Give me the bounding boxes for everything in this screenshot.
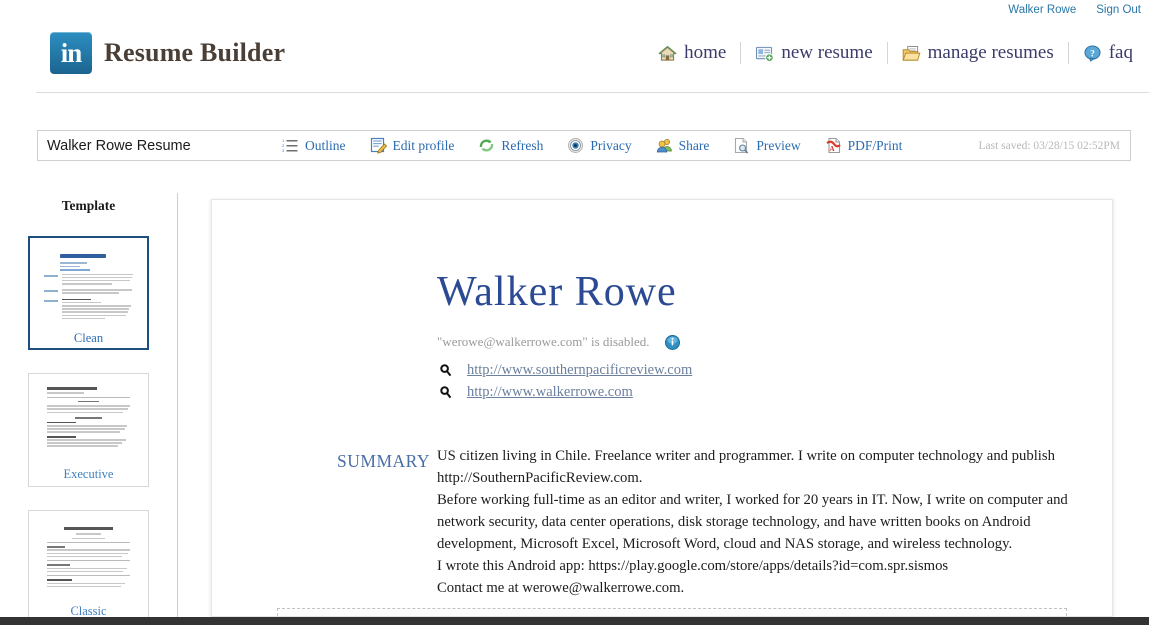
toolbar-refresh-label: Refresh	[501, 137, 544, 153]
svg-text:A: A	[829, 145, 834, 153]
masthead: in Resume Builder home new resume manage…	[0, 28, 1149, 91]
template-preview-classic	[37, 518, 140, 602]
template-preview-executive	[37, 381, 140, 465]
house-icon	[658, 45, 677, 62]
resume-toolbar: 1 2 3 Outline	[37, 130, 1131, 161]
numbered-list-icon: 1 2 3	[282, 137, 299, 154]
summary-paragraph: Before working full-time as an editor an…	[437, 492, 1068, 552]
template-option-classic[interactable]: Classic	[28, 510, 149, 624]
template-heading: Template	[61, 198, 116, 213]
edit-pencil-icon	[370, 137, 387, 154]
toolbar-share-button[interactable]: Share	[644, 137, 722, 154]
next-section-dropzone[interactable]	[277, 608, 1067, 616]
toolbar-actions: 1 2 3 Outline Edit profile Refresh Priva…	[270, 137, 914, 154]
document-magnifier-icon	[733, 137, 750, 154]
nav-item-home[interactable]: home	[644, 42, 740, 64]
toolbar-pdf-print-label: PDF/Print	[847, 137, 903, 153]
nav-item-manage-resumes[interactable]: manage resumes	[888, 42, 1068, 64]
pdf-icon: A	[825, 137, 842, 154]
nav-label-home: home	[684, 42, 727, 63]
toolbar-outline-button[interactable]: 1 2 3 Outline	[270, 137, 358, 154]
toolbar-pdf-print-button[interactable]: A PDF/Print	[813, 137, 915, 154]
template-preview-clean	[38, 245, 139, 329]
sign-out-link[interactable]: Sign Out	[1096, 4, 1141, 16]
page-root: Walker Rowe Sign Out in Resume Builder h…	[0, 0, 1149, 625]
toolbar-preview-label: Preview	[756, 137, 801, 153]
template-label-executive: Executive	[63, 467, 114, 481]
resume-link-2[interactable]: http://www.walkerrowe.com	[467, 384, 633, 401]
folder-icon	[902, 45, 921, 62]
resume-link-row: http://www.walkerrowe.com	[440, 381, 692, 403]
svg-text:?: ?	[1090, 49, 1095, 59]
new-resume-icon	[755, 45, 775, 62]
template-option-clean[interactable]: Clean	[28, 236, 149, 350]
nav-item-faq[interactable]: ? faq	[1069, 42, 1147, 64]
resume-preview-panel[interactable]: Walker Rowe "werowe@walkerrowe.com" is d…	[211, 199, 1113, 617]
email-disabled-text: "werowe@walkerrowe.com" is disabled.	[437, 334, 650, 349]
resume-name: Walker Rowe	[437, 269, 677, 315]
resume-link-row: http://www.southernpacificreview.com	[440, 359, 692, 381]
toolbar-privacy-button[interactable]: Privacy	[555, 137, 643, 154]
summary-label: SUMMARY	[337, 451, 430, 471]
resume-title-input[interactable]	[38, 137, 270, 154]
template-option-executive[interactable]: Executive	[28, 373, 149, 487]
info-icon[interactable]	[665, 334, 681, 350]
user-name-link[interactable]: Walker Rowe	[1008, 4, 1076, 16]
refresh-arrows-icon	[478, 137, 495, 154]
question-bubble-icon: ?	[1083, 44, 1102, 62]
linkedin-logo-text: in	[60, 38, 83, 68]
brand[interactable]: in Resume Builder	[50, 32, 285, 74]
toolbar-edit-profile-button[interactable]: Edit profile	[358, 137, 467, 154]
template-sidebar: Template Clean Executive Classic	[0, 198, 177, 624]
app-title: Resume Builder	[104, 38, 286, 67]
template-label-clean: Clean	[73, 331, 104, 345]
eye-icon	[567, 137, 584, 154]
toolbar-refresh-button[interactable]: Refresh	[466, 137, 555, 154]
summary-paragraph: Contact me at werowe@walkerrowe.com.	[437, 580, 685, 596]
key-icon	[440, 363, 453, 377]
linkedin-logo-icon: in	[50, 32, 92, 74]
nav-label-new-resume: new resume	[781, 42, 873, 63]
header-divider	[36, 92, 1149, 93]
email-disabled-note: "werowe@walkerrowe.com" is disabled.	[437, 334, 681, 350]
utility-links: Walker Rowe Sign Out	[1008, 4, 1141, 16]
nav-item-new-resume[interactable]: new resume	[741, 42, 886, 64]
people-icon	[656, 137, 673, 154]
nav-label-manage-resumes: manage resumes	[927, 42, 1054, 63]
toolbar-share-label: Share	[678, 137, 710, 153]
toolbar-privacy-label: Privacy	[590, 137, 632, 153]
toolbar-edit-profile-label: Edit profile	[392, 137, 455, 153]
template-list: Clean Executive Classic	[0, 236, 177, 624]
summary-paragraph: I wrote this Android app: https://play.g…	[437, 558, 949, 574]
resume-link-1[interactable]: http://www.southernpacificreview.com	[467, 362, 692, 379]
last-saved-status: Last saved: 03/28/15 02:52PM	[978, 139, 1120, 152]
bottom-bar	[0, 617, 1149, 625]
svg-text:3: 3	[282, 148, 285, 153]
key-icon	[440, 385, 453, 399]
main-navigation: home new resume manage resumes ? faq	[644, 42, 1147, 64]
toolbar-outline-label: Outline	[305, 137, 346, 153]
summary-paragraph: US citizen living in Chile. Freelance wr…	[437, 448, 1055, 486]
nav-label-faq: faq	[1108, 42, 1133, 63]
toolbar-preview-button[interactable]: Preview	[721, 137, 812, 154]
resume-links: http://www.southernpacificreview.com htt…	[440, 359, 692, 403]
sidebar-divider	[177, 193, 178, 617]
summary-body: US citizen living in Chile. Freelance wr…	[437, 445, 1077, 599]
